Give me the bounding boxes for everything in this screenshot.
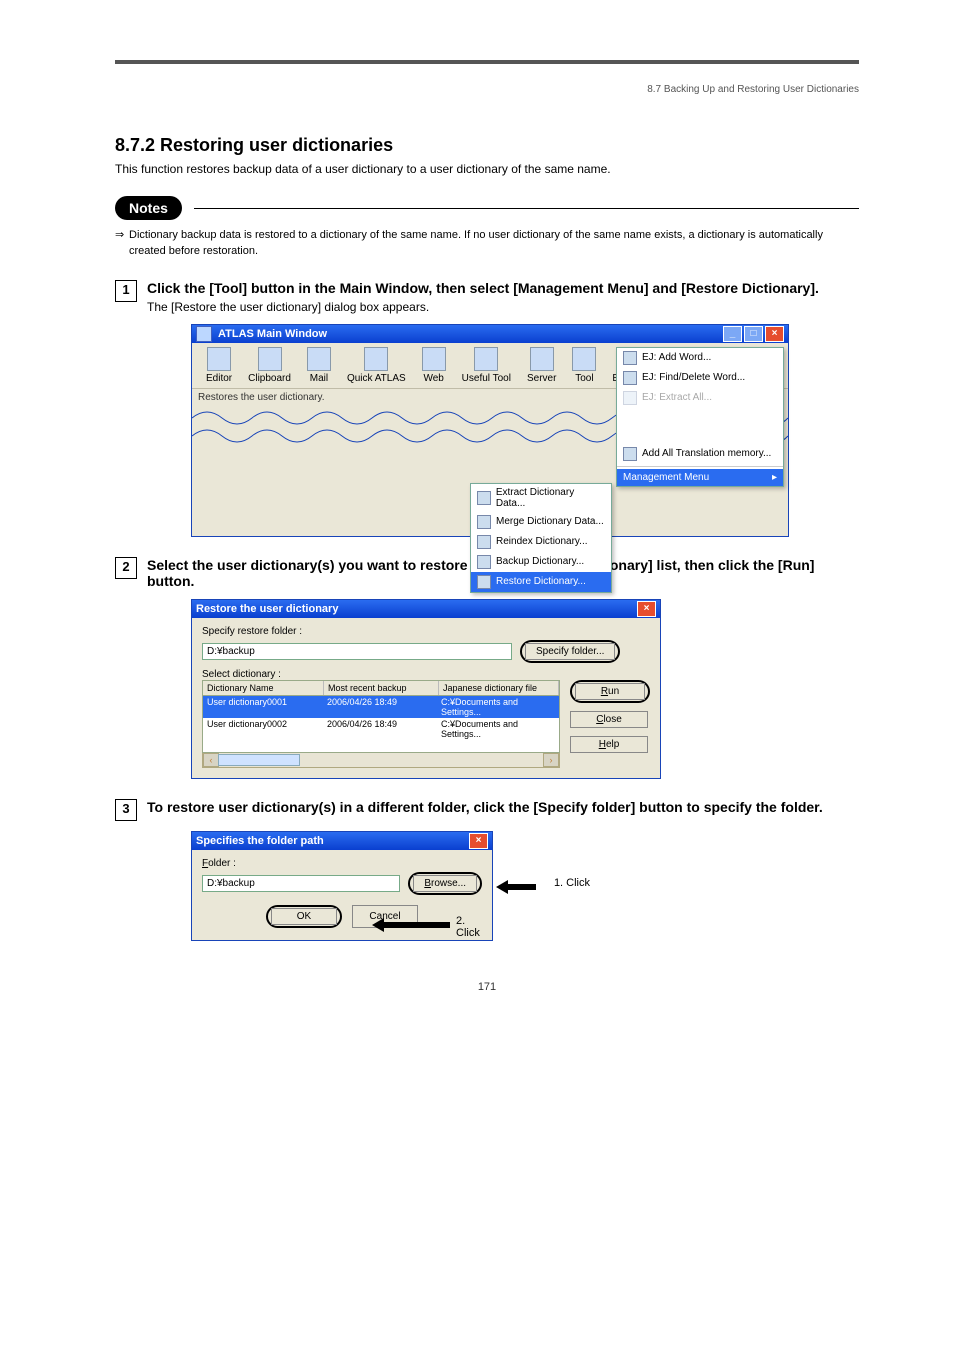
callout-1: 1. Click xyxy=(554,877,590,889)
menu-separator xyxy=(617,466,783,467)
usefultool-icon xyxy=(474,347,498,371)
close-action-button[interactable]: Close xyxy=(570,711,648,728)
callout-2: 2. Click xyxy=(456,915,492,939)
mail-icon xyxy=(307,347,331,371)
page-number: 171 xyxy=(115,981,859,993)
maximize-button[interactable]: □ xyxy=(744,326,763,342)
folder-input[interactable]: D:¥backup xyxy=(202,875,400,892)
restore-dialog-screenshot: Restore the user dictionary × Specify re… xyxy=(191,599,661,779)
dictionary-list[interactable]: User dictionary0001 2006/04/26 18:49 C:¥… xyxy=(202,696,560,753)
dictionary-list-header: Dictionary Name Most recent backup Japan… xyxy=(202,680,560,696)
close-button[interactable]: × xyxy=(469,833,488,849)
menu-add-all-tm[interactable]: Add All Translation memory... xyxy=(617,444,783,464)
tool-clipboard[interactable]: Clipboard xyxy=(248,347,291,384)
ok-button[interactable]: OK xyxy=(271,908,337,925)
col-dictionary-name[interactable]: Dictionary Name xyxy=(203,681,324,695)
close-button[interactable]: × xyxy=(765,326,784,342)
management-submenu: Extract Dictionary Data... Merge Diction… xyxy=(470,483,612,593)
extract-all-icon xyxy=(623,391,637,405)
backup-icon xyxy=(477,555,491,569)
submenu-backup[interactable]: Backup Dictionary... xyxy=(471,552,611,572)
scroll-left-icon[interactable]: ‹ xyxy=(203,753,219,767)
atlas-title-text: ATLAS Main Window xyxy=(218,328,327,340)
label-folder: Folder : xyxy=(202,858,482,869)
folder-path-dialog-screenshot: Specifies the folder path × Folder : D:¥… xyxy=(191,831,493,941)
folder-titlebar: Specifies the folder path × xyxy=(192,832,492,850)
run-button[interactable]: Run xyxy=(575,683,645,700)
specify-folder-button[interactable]: Specify folder... xyxy=(525,643,615,660)
note-bullet: Dictionary backup data is restored to a … xyxy=(129,228,859,260)
browse-button-oval: Browse... xyxy=(408,872,482,895)
submenu-extract[interactable]: Extract Dictionary Data... xyxy=(471,484,611,512)
arrow-icon xyxy=(372,918,450,932)
tool-mail[interactable]: Mail xyxy=(307,347,331,384)
section-desc: This function restores backup data of a … xyxy=(115,162,859,176)
extract-icon xyxy=(477,491,491,505)
step-number-3: 3 xyxy=(115,799,137,821)
col-most-recent-backup[interactable]: Most recent backup xyxy=(324,681,439,695)
submenu-restore[interactable]: Restore Dictionary... xyxy=(471,572,611,592)
merge-icon xyxy=(477,515,491,529)
chevron-right-icon: ▸ xyxy=(772,472,777,483)
server-icon xyxy=(530,347,554,371)
web-icon xyxy=(422,347,446,371)
run-button-oval: Run xyxy=(570,680,650,703)
menu-ej-extract-all[interactable]: EJ: Extract All... xyxy=(617,388,783,408)
ok-button-oval: OK xyxy=(266,905,342,928)
list-row-selected[interactable]: User dictionary0001 2006/04/26 18:49 C:¥… xyxy=(203,696,559,718)
tool-quickatlas[interactable]: Quick ATLAS xyxy=(347,347,406,384)
breadcrumb: 8.7 Backing Up and Restoring User Dictio… xyxy=(115,84,859,95)
reindex-icon xyxy=(477,535,491,549)
close-button[interactable]: × xyxy=(637,601,656,617)
specify-folder-callout-oval: Specify folder... xyxy=(520,640,620,663)
atlas-app-icon xyxy=(196,326,212,342)
add-tm-icon xyxy=(623,447,637,461)
submenu-merge[interactable]: Merge Dictionary Data... xyxy=(471,512,611,532)
tool-server[interactable]: Server xyxy=(527,347,556,384)
menu-ej-add-word[interactable]: EJ: Add Word... xyxy=(617,348,783,368)
step1-subtext: The [Restore the user dictionary] dialog… xyxy=(147,300,859,314)
restore-title-text: Restore the user dictionary xyxy=(196,603,338,615)
label-select-dictionary: Select dictionary : xyxy=(202,669,650,680)
menu-management[interactable]: Management Menu▸ xyxy=(617,469,783,486)
clipboard-icon xyxy=(258,347,282,371)
step3-text: To restore user dictionary(s) in a diffe… xyxy=(147,799,859,815)
step-number-1: 1 xyxy=(115,280,137,302)
scroll-right-icon[interactable]: › xyxy=(543,753,559,767)
step-number-2: 2 xyxy=(115,557,137,579)
tool-editor[interactable]: Editor xyxy=(206,347,232,384)
submenu-reindex[interactable]: Reindex Dictionary... xyxy=(471,532,611,552)
notes-divider xyxy=(194,208,859,209)
step1-text: Click the [Tool] button in the Main Wind… xyxy=(147,280,859,296)
list-row[interactable]: User dictionary0002 2006/04/26 18:49 C:¥… xyxy=(203,718,559,740)
scroll-thumb[interactable] xyxy=(218,754,300,766)
find-delete-icon xyxy=(623,371,637,385)
editor-icon xyxy=(207,347,231,371)
menu-ej-find-delete[interactable]: EJ: Find/Delete Word... xyxy=(617,368,783,388)
tool-tool[interactable]: Tool xyxy=(572,347,596,384)
folder-title-text: Specifies the folder path xyxy=(196,835,324,847)
minimize-button[interactable]: _ xyxy=(723,326,742,342)
atlas-main-window-screenshot: ATLAS Main Window _ □ × Editor Clipboard… xyxy=(191,324,789,537)
restore-folder-input[interactable]: D:¥backup xyxy=(202,643,512,660)
horizontal-scrollbar[interactable]: ‹ › xyxy=(202,753,560,768)
browse-button[interactable]: Browse... xyxy=(413,875,477,892)
add-word-icon xyxy=(623,351,637,365)
quickatlas-icon xyxy=(364,347,388,371)
help-button[interactable]: Help xyxy=(570,736,648,753)
tool-usefultool[interactable]: Useful Tool xyxy=(462,347,511,384)
header-bar xyxy=(115,60,859,64)
atlas-titlebar: ATLAS Main Window _ □ × xyxy=(192,325,788,343)
section-title: 8.7.2 Restoring user dictionaries xyxy=(115,135,859,156)
notes-pill: Notes xyxy=(115,196,182,220)
tool-icon xyxy=(572,347,596,371)
label-specify-folder: Specify restore folder : xyxy=(202,626,650,637)
col-japanese-file[interactable]: Japanese dictionary file xyxy=(439,681,559,695)
restore-icon xyxy=(477,575,491,589)
arrow-icon xyxy=(496,880,536,894)
restore-titlebar: Restore the user dictionary × xyxy=(192,600,660,618)
tool-web[interactable]: Web xyxy=(422,347,446,384)
tool-menu: EJ: Add Word... EJ: Find/Delete Word... … xyxy=(616,347,784,487)
